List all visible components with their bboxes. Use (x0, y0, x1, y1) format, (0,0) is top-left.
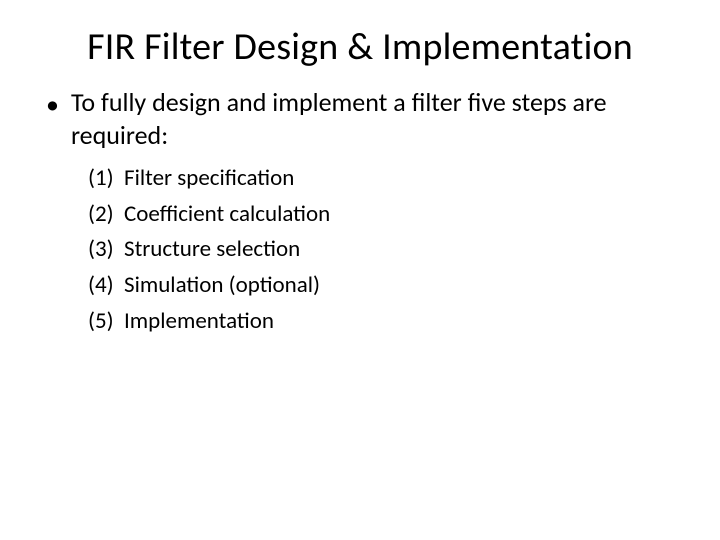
item-text: Simulation (optional) (124, 268, 680, 304)
item-number: (5) (88, 304, 124, 340)
list-item: (2) Coefficient calculation (88, 197, 680, 233)
list-item: (1) Filter specification (88, 161, 680, 197)
item-text: Coefficient calculation (124, 197, 680, 233)
item-text: Implementation (124, 304, 680, 340)
main-bullet: • To fully design and implement a filter… (46, 86, 680, 151)
item-text: Structure selection (124, 232, 680, 268)
slide-title: FIR Filter Design & Implementation (40, 24, 680, 70)
item-number: (2) (88, 197, 124, 233)
numbered-list: (1) Filter specification (2) Coefficient… (46, 161, 680, 339)
intro-text: To fully design and implement a filter f… (71, 86, 680, 151)
list-item: (4) Simulation (optional) (88, 268, 680, 304)
list-item: (3) Structure selection (88, 232, 680, 268)
bullet-dot-icon: • (46, 88, 59, 121)
slide-container: FIR Filter Design & Implementation • To … (0, 0, 720, 540)
item-number: (4) (88, 268, 124, 304)
slide-content: • To fully design and implement a filter… (40, 86, 680, 339)
item-text: Filter specification (124, 161, 680, 197)
item-number: (3) (88, 232, 124, 268)
list-item: (5) Implementation (88, 304, 680, 340)
item-number: (1) (88, 161, 124, 197)
